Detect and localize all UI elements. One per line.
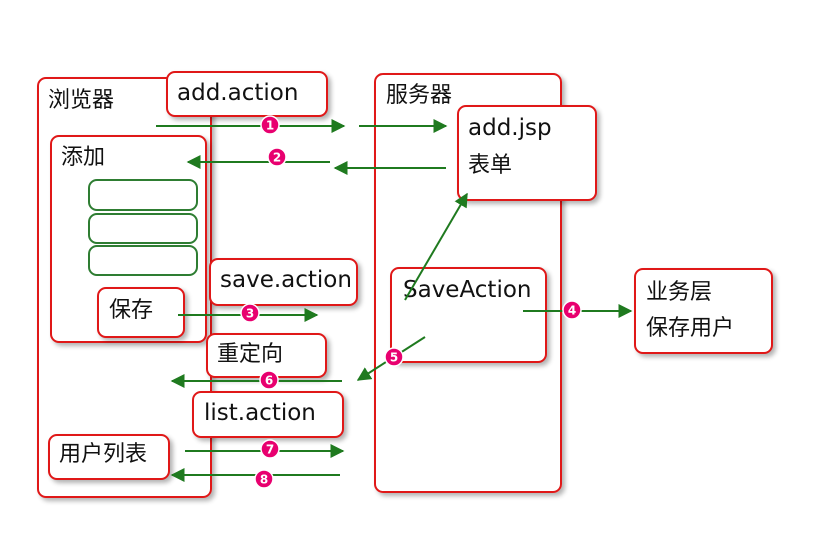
svg-text:8: 8	[260, 473, 268, 487]
step-badge-3: 3	[240, 303, 260, 323]
svg-text:2: 2	[273, 151, 281, 165]
redirect-label: 重定向	[217, 342, 284, 367]
svg-text:4: 4	[568, 304, 576, 318]
form-field-3[interactable]	[88, 245, 198, 276]
step-badge-2: 2	[267, 147, 287, 167]
business-layer-save-user: 保存用户	[646, 316, 735, 341]
step-badge-1: 1	[260, 115, 280, 135]
add-action-label: add.action	[177, 80, 299, 106]
form-field-1[interactable]	[88, 179, 198, 211]
step-badge-8: 8	[254, 469, 274, 489]
list-action-label: list.action	[204, 400, 316, 426]
save-button-label: 保存	[109, 298, 154, 323]
step-badge-5: 5	[384, 347, 404, 367]
svg-text:5: 5	[390, 351, 398, 365]
add-form-title: 添加	[61, 145, 106, 170]
save-action-class-label: SaveAction	[403, 277, 532, 303]
add-jsp-name: add.jsp	[468, 115, 552, 141]
step-badge-7: 7	[260, 439, 280, 459]
user-list-label: 用户列表	[59, 442, 148, 467]
server-title: 服务器	[386, 83, 453, 108]
form-field-2[interactable]	[88, 213, 198, 244]
step-badge-6: 6	[259, 370, 279, 390]
svg-text:7: 7	[266, 443, 274, 457]
browser-title: 浏览器	[48, 88, 115, 113]
business-layer-title: 业务层	[646, 280, 713, 305]
svg-text:3: 3	[246, 307, 254, 321]
svg-text:6: 6	[265, 374, 273, 388]
svg-text:1: 1	[266, 119, 274, 133]
add-jsp-form-label: 表单	[468, 153, 513, 178]
step-badge-4: 4	[562, 300, 582, 320]
save-action-url-label: save.action	[220, 267, 352, 293]
